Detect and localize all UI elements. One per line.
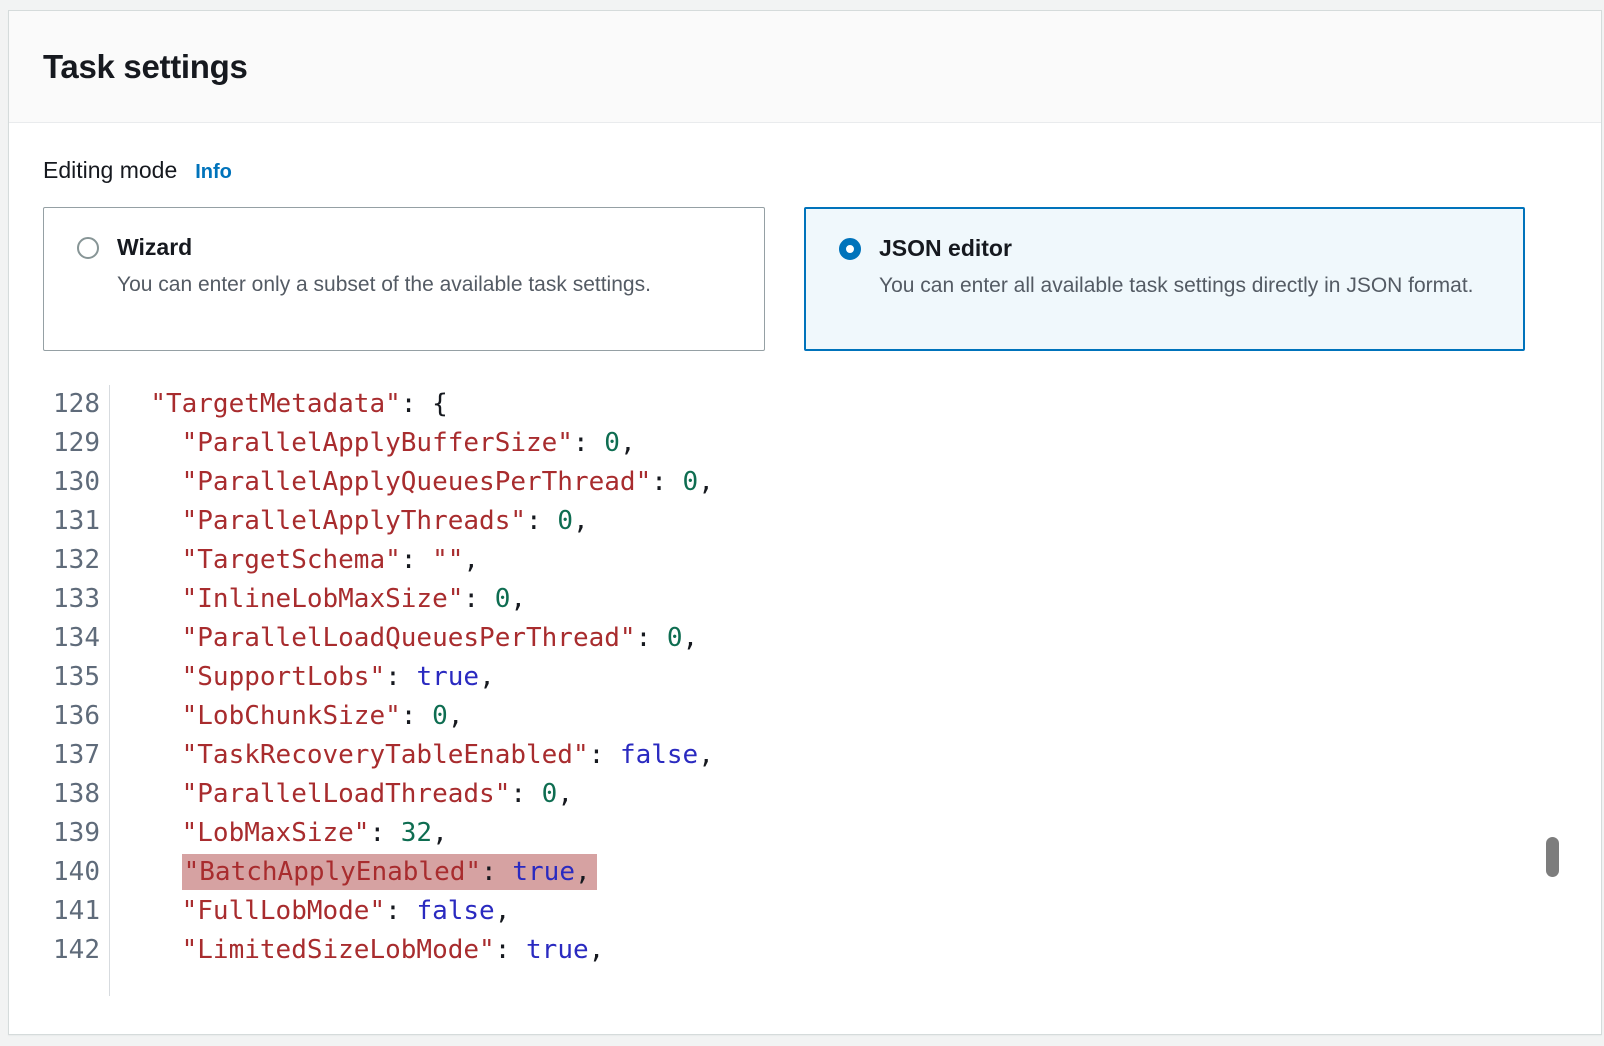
code-line[interactable]: 132 "TargetSchema": "", — [9, 541, 1529, 580]
code-span: "ParallelApplyQueuesPerThread": 0, — [182, 467, 714, 497]
line-number: 142 — [9, 931, 110, 970]
task-settings-panel: Task settings Editing mode Info Wizard Y… — [8, 10, 1602, 1035]
json-tile-text: JSON editor You can enter all available … — [879, 234, 1474, 303]
code-line[interactable]: 142 "LimitedSizeLobMode": true, — [9, 931, 1529, 970]
panel-header: Task settings — [9, 11, 1601, 123]
code-span: "SupportLobs": true, — [182, 662, 495, 692]
code-line[interactable]: 129 "ParallelApplyBufferSize": 0, — [9, 424, 1529, 463]
code-line[interactable]: 139 "LobMaxSize": 32, — [9, 814, 1529, 853]
code-span: "ParallelLoadThreads": 0, — [182, 779, 573, 809]
code-line-content: "ParallelLoadQueuesPerThread": 0, — [110, 619, 698, 658]
line-number: 138 — [9, 775, 110, 814]
code-span: "LobChunkSize": 0, — [182, 701, 464, 731]
editing-mode-row: Editing mode Info — [43, 157, 232, 184]
json-tile-title: JSON editor — [879, 234, 1474, 264]
line-number: 130 — [9, 463, 110, 502]
line-number: 141 — [9, 892, 110, 931]
code-line[interactable]: 131 "ParallelApplyThreads": 0, — [9, 502, 1529, 541]
code-line-content: "TargetSchema": "", — [110, 541, 479, 580]
info-link[interactable]: Info — [195, 161, 232, 184]
code-line[interactable]: 134 "ParallelLoadQueuesPerThread": 0, — [9, 619, 1529, 658]
code-line[interactable]: 137 "TaskRecoveryTableEnabled": false, — [9, 736, 1529, 775]
code-line-content: "TargetMetadata": { — [110, 385, 448, 424]
line-number: 134 — [9, 619, 110, 658]
code-line[interactable]: 141 "FullLobMode": false, — [9, 892, 1529, 931]
code-line-content: "ParallelApplyThreads": 0, — [110, 502, 589, 541]
code-line-content: "LimitedSizeLobMode": true, — [110, 931, 604, 970]
code-span: "ParallelApplyBufferSize": 0, — [182, 428, 636, 458]
wizard-tile-description: You can enter only a subset of the avail… — [117, 269, 651, 302]
editing-mode-label: Editing mode — [43, 157, 177, 184]
code-line-content: "ParallelApplyBufferSize": 0, — [110, 424, 636, 463]
code-line[interactable]: 130 "ParallelApplyQueuesPerThread": 0, — [9, 463, 1529, 502]
line-number: 135 — [9, 658, 110, 697]
code-editor[interactable]: 128 "TargetMetadata": {129 "ParallelAppl… — [9, 385, 1529, 996]
line-number: 137 — [9, 736, 110, 775]
code-line[interactable]: 136 "LobChunkSize": 0, — [9, 697, 1529, 736]
page-title: Task settings — [43, 48, 248, 86]
line-number: 128 — [9, 385, 110, 424]
gutter-stub — [9, 970, 1529, 996]
code-line[interactable]: 138 "ParallelLoadThreads": 0, — [9, 775, 1529, 814]
line-number: 136 — [9, 697, 110, 736]
line-number: 129 — [9, 424, 110, 463]
code-line-content: "TaskRecoveryTableEnabled": false, — [110, 736, 714, 775]
code-line[interactable]: 135 "SupportLobs": true, — [9, 658, 1529, 697]
radio-tile-wizard[interactable]: Wizard You can enter only a subset of th… — [43, 207, 765, 351]
code-line[interactable]: 128 "TargetMetadata": { — [9, 385, 1529, 424]
highlighted-code-span: "BatchApplyEnabled": true, — [182, 854, 597, 890]
wizard-radio-button[interactable] — [77, 237, 99, 259]
json-editor-radio-button[interactable] — [839, 238, 861, 260]
line-number: 140 — [9, 853, 110, 892]
radio-tile-json-editor[interactable]: JSON editor You can enter all available … — [804, 207, 1525, 351]
code-line-content: "SupportLobs": true, — [110, 658, 495, 697]
code-span: "LimitedSizeLobMode": true, — [182, 935, 605, 965]
code-line[interactable]: 133 "InlineLobMaxSize": 0, — [9, 580, 1529, 619]
wizard-tile-inner: Wizard You can enter only a subset of th… — [44, 208, 764, 302]
gutter-separator — [9, 970, 110, 996]
line-number: 133 — [9, 580, 110, 619]
code-line-content: "FullLobMode": false, — [110, 892, 510, 931]
code-line-content: "ParallelLoadThreads": 0, — [110, 775, 573, 814]
code-line-content: "LobChunkSize": 0, — [110, 697, 463, 736]
code-span: "ParallelLoadQueuesPerThread": 0, — [182, 623, 699, 653]
code-span: "TargetMetadata": { — [150, 389, 447, 419]
line-number: 131 — [9, 502, 110, 541]
code-span: "InlineLobMaxSize": 0, — [182, 584, 526, 614]
json-tile-inner: JSON editor You can enter all available … — [806, 209, 1523, 303]
code-line[interactable]: 140 "BatchApplyEnabled": true, — [9, 853, 1529, 892]
code-span: "ParallelApplyThreads": 0, — [182, 506, 589, 536]
code-line-content: "BatchApplyEnabled": true, — [110, 853, 597, 892]
code-line-content: "LobMaxSize": 32, — [110, 814, 448, 853]
line-number: 139 — [9, 814, 110, 853]
code-line-content: "InlineLobMaxSize": 0, — [110, 580, 526, 619]
page: { "panel": { "title": "Task settings" },… — [0, 0, 1604, 1046]
wizard-tile-title: Wizard — [117, 233, 651, 263]
code-line-content: "ParallelApplyQueuesPerThread": 0, — [110, 463, 714, 502]
json-tile-description: You can enter all available task setting… — [879, 270, 1474, 303]
code-span: "TaskRecoveryTableEnabled": false, — [182, 740, 714, 770]
code-span: "FullLobMode": false, — [182, 896, 511, 926]
code-span: "TargetSchema": "", — [182, 545, 479, 575]
scrollbar-thumb[interactable] — [1546, 837, 1559, 877]
code-span: "LobMaxSize": 32, — [182, 818, 448, 848]
line-number: 132 — [9, 541, 110, 580]
wizard-tile-text: Wizard You can enter only a subset of th… — [117, 233, 651, 302]
